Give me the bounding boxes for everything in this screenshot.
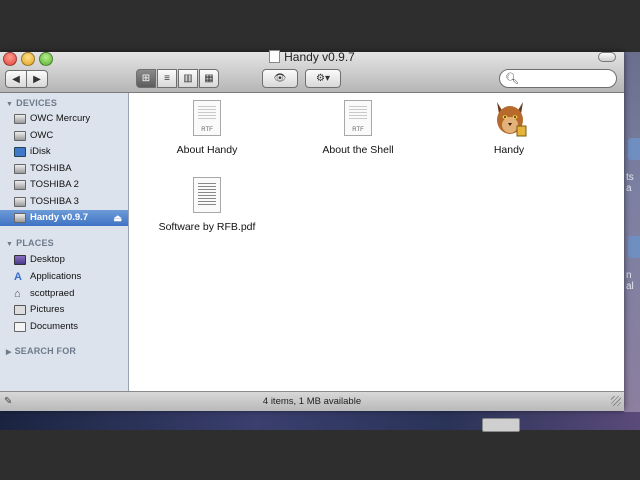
document-proxy-icon[interactable] [269, 50, 281, 63]
home-icon: ⌂ [14, 288, 21, 300]
forward-button[interactable]: ▶ [26, 70, 48, 88]
drive-icon [14, 164, 26, 174]
background-button [628, 236, 640, 258]
sidebar-item-owc-mercury[interactable]: OWC Mercury [0, 111, 128, 127]
sidebar-item-label: OWC Mercury [30, 113, 91, 124]
window-title: Handy v0.9.7 [0, 50, 624, 64]
column-view-button[interactable]: ▥ [178, 69, 198, 88]
toolbar-toggle-button[interactable] [598, 52, 616, 62]
devices-header[interactable]: ▼ DEVICES [6, 98, 57, 108]
sidebar-item-label: TOSHIBA 2 [30, 179, 79, 190]
file-name: Handy [493, 144, 525, 156]
idisk-icon [14, 147, 26, 157]
file-item-software-by-rfb[interactable]: Software by RFB.pdf [152, 177, 262, 233]
drive-icon [14, 180, 26, 190]
list-view-button[interactable]: ≡ [157, 69, 177, 88]
sidebar-item-documents[interactable]: Documents [0, 319, 128, 335]
drive-icon [14, 197, 26, 207]
quicklook-button[interactable]: 👁 [262, 69, 298, 88]
path-pin-icon[interactable]: ✎ [4, 392, 12, 411]
sidebar-item-label: scottpraed [30, 288, 75, 299]
eject-icon[interactable]: ⏏ [113, 210, 122, 226]
sidebar-item-owc[interactable]: OWC [0, 128, 128, 144]
file-name: About Handy [176, 144, 238, 156]
search-input[interactable] [520, 71, 616, 88]
applications-icon: A [14, 271, 22, 283]
finder-window: Handy v0.9.7 ◀ ▶ ⊞ ≡ ▥ ▦ 👁 ⚙▾ 🔍︎ ▼ DEVICE… [0, 50, 624, 411]
drive-icon [14, 131, 26, 141]
drive-icon [14, 114, 26, 124]
status-bar: ✎ 4 items, 1 MB available [0, 391, 624, 411]
file-item-handy[interactable]: Handy [454, 100, 564, 156]
rtf-document-icon: RTF [187, 100, 227, 140]
dock-item[interactable] [482, 418, 520, 432]
sidebar-item-label: TOSHIBA [30, 163, 72, 174]
icon-view-button[interactable]: ⊞ [136, 69, 156, 88]
desktop-icon [14, 255, 26, 265]
background-text: ts a [626, 172, 634, 194]
sidebar-item-toshiba-3[interactable]: TOSHIBA 3 [0, 194, 128, 210]
coverflow-view-button[interactable]: ▦ [199, 69, 219, 88]
disclosure-triangle-right-icon[interactable]: ▶ [6, 349, 12, 356]
search-for-header[interactable]: ▶ SEARCH FOR [6, 346, 76, 356]
sidebar-item-applications[interactable]: A Applications [0, 269, 128, 285]
file-item-about-handy[interactable]: RTF About Handy [152, 100, 262, 156]
search-icon: 🔍︎ [505, 73, 519, 85]
back-button[interactable]: ◀ [5, 70, 27, 88]
search-field[interactable]: 🔍︎ [499, 69, 617, 88]
sidebar-item-pictures[interactable]: Pictures [0, 302, 128, 318]
devices-header-label: DEVICES [16, 98, 58, 108]
title-bar[interactable]: Handy v0.9.7 ◀ ▶ ⊞ ≡ ▥ ▦ 👁 ⚙▾ 🔍︎ [0, 50, 624, 93]
resize-grip-icon[interactable] [611, 396, 621, 406]
window-title-text: Handy v0.9.7 [284, 50, 355, 64]
background-button [628, 138, 640, 160]
file-name: About the Shell [322, 144, 394, 156]
sidebar: ▼ DEVICES OWC Mercury OWC iDisk TOSHIBA T… [0, 93, 129, 391]
status-text: 4 items, 1 MB available [262, 396, 362, 407]
sidebar-item-desktop[interactable]: Desktop [0, 252, 128, 268]
disclosure-triangle-icon[interactable]: ▼ [6, 101, 13, 108]
background-window-edge: ts a n al [624, 52, 640, 412]
sidebar-item-idisk[interactable]: iDisk [0, 144, 128, 160]
pictures-icon [14, 305, 26, 315]
sidebar-item-label: iDisk [30, 146, 51, 157]
sidebar-item-label: OWC [30, 130, 54, 141]
sidebar-item-label: TOSHIBA 3 [30, 196, 79, 207]
documents-icon [14, 322, 26, 332]
lynx-app-icon [489, 100, 529, 140]
places-header[interactable]: ▼ PLACES [6, 238, 54, 248]
rtf-document-icon: RTF [338, 100, 378, 140]
file-browser-area[interactable]: RTF About Handy RTF About the Shell Hand… [129, 93, 624, 391]
sidebar-item-home[interactable]: ⌂ scottpraed [0, 286, 128, 302]
sidebar-item-toshiba-2[interactable]: TOSHIBA 2 [0, 177, 128, 193]
disk-image-icon [14, 213, 26, 223]
places-header-label: PLACES [16, 238, 54, 248]
sidebar-item-toshiba[interactable]: TOSHIBA [0, 161, 128, 177]
file-item-about-the-shell[interactable]: RTF About the Shell [303, 100, 413, 156]
action-menu-button[interactable]: ⚙▾ [305, 69, 341, 88]
sidebar-item-label: Applications [30, 271, 82, 282]
search-for-header-label: SEARCH FOR [14, 346, 77, 356]
sidebar-item-label: Pictures [30, 304, 65, 315]
pdf-document-icon [187, 177, 227, 217]
sidebar-item-handy[interactable]: Handy v0.9.7 ⏏ [0, 210, 128, 226]
sidebar-item-label: Handy v0.9.7 [30, 212, 89, 223]
disclosure-triangle-icon[interactable]: ▼ [6, 241, 13, 248]
file-name: Software by RFB.pdf [158, 221, 256, 233]
background-text: n al [626, 270, 634, 292]
sidebar-item-label: Documents [30, 321, 79, 332]
sidebar-item-label: Desktop [30, 254, 65, 265]
